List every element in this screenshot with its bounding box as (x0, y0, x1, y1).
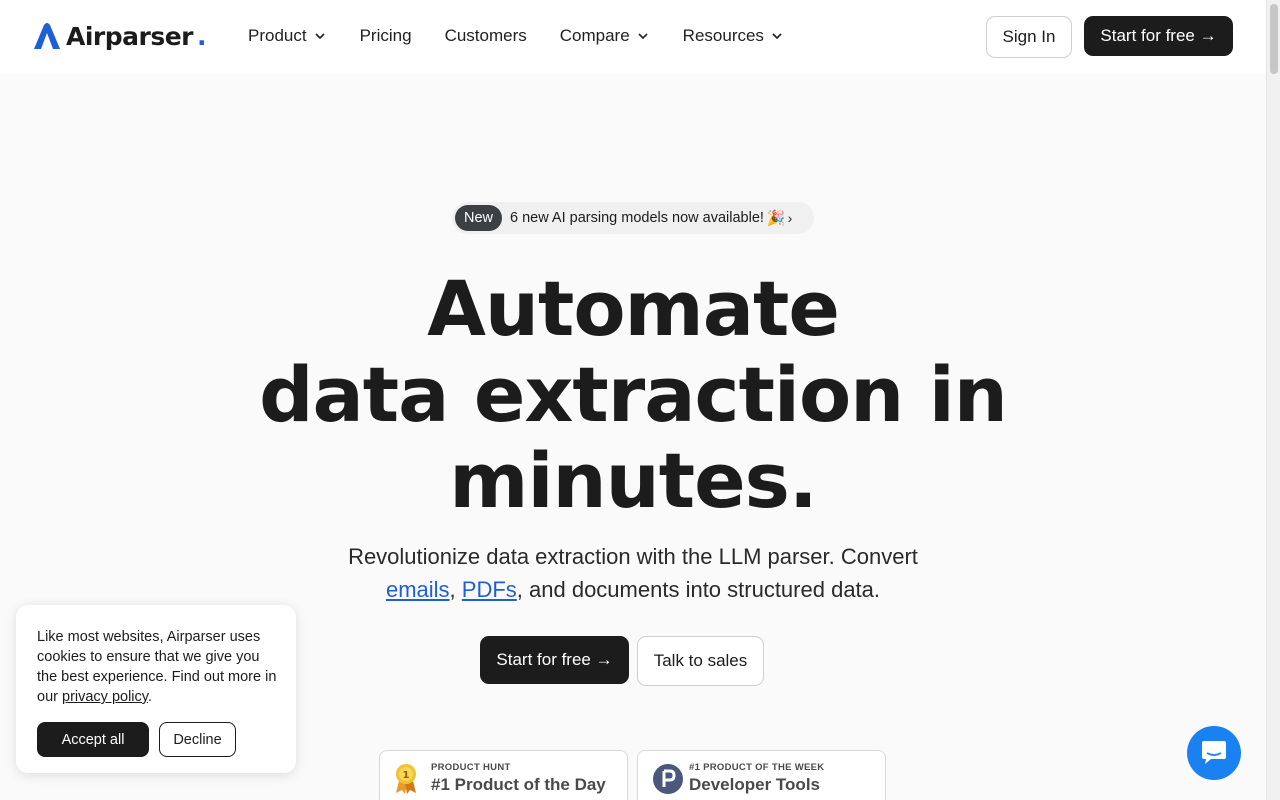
pdfs-link[interactable]: PDFs (462, 577, 517, 602)
site-header: Airparser. Product Pricing Customers Com… (0, 0, 1266, 74)
separator: , (449, 577, 456, 602)
medal-icon: 1 (396, 764, 416, 794)
brand-dot: . (197, 21, 207, 51)
sign-in-button[interactable]: Sign In (986, 16, 1072, 58)
hero-subtitle: Revolutionize data extraction with the L… (300, 540, 966, 606)
hero-title-line: minutes. (449, 436, 817, 525)
hero-title: Automate data extraction in minutes. (240, 266, 1026, 524)
nav-label: Product (248, 26, 307, 45)
nav-label: Compare (559, 26, 630, 45)
talk-to-sales-button[interactable]: Talk to sales (637, 636, 764, 686)
cookie-banner: Like most websites, Airparser uses cooki… (16, 605, 296, 773)
nav-item-compare[interactable]: Compare (560, 26, 650, 46)
main-nav: Product Pricing Customers Compare Resour… (248, 26, 817, 46)
cookie-period: . (147, 689, 152, 705)
airparser-logo-icon (34, 23, 60, 49)
chevron-right-icon: › (787, 210, 793, 226)
nav-label: Customers (444, 26, 527, 45)
announcement-text: 6 new AI parsing models now available! (510, 210, 764, 226)
award-card-product-of-week[interactable]: #1 PRODUCT OF THE WEEK Developer Tools (637, 750, 886, 800)
nav-label: Pricing (359, 26, 412, 45)
nav-item-pricing[interactable]: Pricing (360, 26, 412, 46)
hero-title-line: Automate (427, 264, 840, 353)
award-card-product-hunt[interactable]: 1 PRODUCT HUNT #1 Product of the Day (379, 750, 628, 800)
award-kicker: PRODUCT HUNT (431, 762, 511, 773)
product-hunt-icon (653, 764, 683, 794)
start-for-free-button[interactable]: Start for free → (1084, 16, 1233, 56)
hero-subtitle-text: Revolutionize data extraction with the L… (348, 544, 918, 569)
brand-logo[interactable]: Airparser. (32, 20, 207, 52)
chat-icon (1202, 741, 1226, 764)
chevron-down-icon (638, 33, 648, 40)
hero-title-line: data extraction in (259, 350, 1008, 439)
decline-button[interactable]: Decline (159, 722, 236, 757)
nav-item-resources[interactable]: Resources (683, 26, 784, 46)
chevron-down-icon (315, 33, 325, 40)
brand-name: Airparser (66, 21, 194, 51)
svg-text:1: 1 (403, 770, 410, 781)
emails-link[interactable]: emails (386, 577, 450, 602)
chat-button[interactable] (1187, 726, 1241, 780)
hero-start-for-free-button[interactable]: Start for free → (480, 636, 629, 684)
award-title: #1 Product of the Day (431, 775, 606, 794)
announcement-pill[interactable]: New 6 new AI parsing models now availabl… (452, 202, 814, 234)
party-popper-icon: 🎉 (766, 210, 786, 227)
nav-item-customers[interactable]: Customers (445, 26, 527, 46)
scrollbar[interactable] (1266, 0, 1280, 800)
hero-subtitle-text: , and documents into structured data. (516, 577, 881, 602)
scrollbar-thumb[interactable] (1270, 4, 1278, 74)
nav-label: Resources (682, 26, 764, 45)
accept-all-button[interactable]: Accept all (37, 722, 149, 757)
chevron-down-icon (772, 33, 782, 40)
privacy-policy-link[interactable]: privacy policy (62, 689, 148, 705)
award-title: Developer Tools (689, 775, 820, 794)
award-kicker: #1 PRODUCT OF THE WEEK (689, 762, 825, 773)
nav-item-product[interactable]: Product (248, 26, 327, 46)
cookie-text: Like most websites, Airparser uses cooki… (37, 627, 282, 707)
new-badge: New (455, 205, 503, 231)
